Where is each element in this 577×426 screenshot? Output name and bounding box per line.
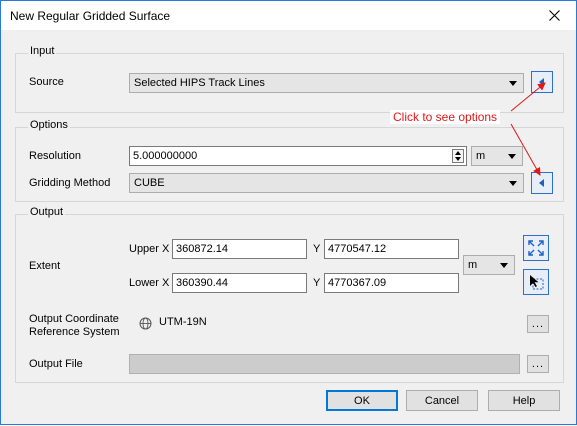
- upper-y-label: Y: [313, 243, 321, 255]
- upper-y-input[interactable]: 4770547.12: [324, 239, 459, 259]
- extent-unit-value: m: [468, 259, 478, 271]
- globe-icon: [139, 317, 152, 330]
- gridding-method-label: Gridding Method: [29, 177, 111, 189]
- extent-label: Extent: [29, 260, 61, 272]
- dialog-window: New Regular Gridded Surface Input Source…: [0, 0, 577, 425]
- output-file-label: Output File: [29, 358, 83, 370]
- chevron-down-icon: [508, 154, 516, 159]
- gridding-method-dropdown[interactable]: CUBE: [129, 173, 524, 193]
- resolution-label: Resolution: [29, 150, 81, 162]
- output-group-title: Output: [28, 206, 66, 218]
- output-group: Output Extent Upper X 360872.14 Y 477054…: [15, 206, 564, 383]
- ok-label: OK: [354, 394, 370, 407]
- lower-y-value: 4770367.09: [328, 277, 387, 289]
- cancel-button[interactable]: Cancel: [406, 390, 478, 411]
- crs-label-line1: Output Coordinate: [29, 313, 119, 325]
- resolution-input[interactable]: 5.000000000: [129, 146, 467, 166]
- gridding-method-value: CUBE: [134, 177, 165, 189]
- select-extent-button[interactable]: [523, 269, 549, 295]
- title-bar[interactable]: New Regular Gridded Surface: [1, 1, 576, 30]
- lower-x-value: 360390.44: [176, 277, 228, 289]
- close-button[interactable]: [532, 1, 576, 30]
- lower-y-label: Y: [313, 277, 321, 289]
- resolution-unit-value: m: [476, 150, 486, 162]
- ok-button[interactable]: OK: [326, 390, 398, 411]
- upper-x-label: Upper X: [129, 243, 170, 255]
- help-label: Help: [512, 394, 536, 407]
- crs-label-line2: Reference System: [29, 326, 120, 338]
- source-dropdown[interactable]: Selected HIPS Track Lines: [129, 73, 524, 93]
- extent-unit-dropdown[interactable]: m: [463, 255, 515, 275]
- options-group-title: Options: [28, 119, 70, 131]
- window-title: New Regular Gridded Surface: [10, 9, 171, 23]
- input-group-title: Input: [28, 45, 57, 57]
- crs-browse-label: ...: [531, 318, 545, 330]
- output-file-input[interactable]: [129, 354, 520, 374]
- spin-down-icon: [455, 157, 461, 161]
- chevron-down-icon: [500, 263, 508, 268]
- resolution-spinner[interactable]: [452, 149, 464, 163]
- triangle-left-icon: [539, 179, 544, 187]
- upper-y-value: 4770547.12: [328, 243, 387, 255]
- help-button[interactable]: Help: [488, 390, 560, 411]
- chevron-down-icon: [509, 81, 517, 86]
- close-icon: [548, 10, 560, 21]
- expand-icon: [528, 240, 544, 256]
- crs-browse-button[interactable]: ...: [527, 315, 549, 333]
- upper-x-value: 360872.14: [176, 243, 228, 255]
- resolution-value: 5.000000000: [133, 150, 198, 162]
- source-label: Source: [29, 76, 64, 88]
- annotation-label: Click to see options: [390, 110, 501, 124]
- lower-y-input[interactable]: 4770367.09: [324, 273, 459, 293]
- lower-x-label: Lower X: [129, 277, 170, 289]
- spin-up-icon: [455, 151, 461, 155]
- cancel-label: Cancel: [424, 394, 460, 407]
- triangle-left-icon: [539, 78, 544, 86]
- lower-x-input[interactable]: 360390.44: [172, 273, 307, 293]
- source-value: Selected HIPS Track Lines: [134, 77, 265, 89]
- source-options-button[interactable]: [531, 71, 553, 93]
- gridding-options-button[interactable]: [531, 172, 553, 194]
- chevron-down-icon: [509, 181, 517, 186]
- resolution-unit-dropdown[interactable]: m: [471, 146, 523, 166]
- zoom-extent-button[interactable]: [523, 235, 549, 261]
- output-file-browse-label: ...: [531, 358, 545, 370]
- upper-x-input[interactable]: 360872.14: [172, 239, 307, 259]
- crs-value: UTM-19N: [159, 316, 207, 328]
- input-group: Input Source Selected HIPS Track Lines: [15, 45, 564, 113]
- output-file-browse-button[interactable]: ...: [527, 355, 549, 373]
- cursor-select-icon: [530, 275, 544, 290]
- options-group: Options Resolution 5.000000000 m Griddin…: [15, 119, 564, 202]
